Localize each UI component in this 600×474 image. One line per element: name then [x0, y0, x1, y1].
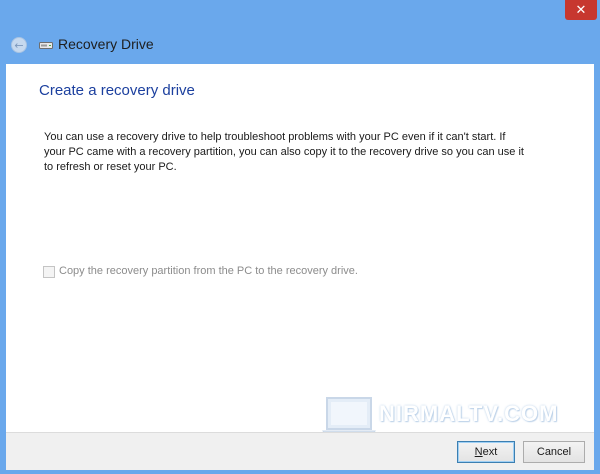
drive-icon	[39, 42, 53, 49]
title-bar: ← Recovery Drive	[8, 34, 308, 56]
copy-partition-label: Copy the recovery partition from the PC …	[59, 265, 358, 277]
close-icon: ✕	[575, 2, 587, 18]
cancel-button[interactable]: Cancel	[523, 441, 585, 463]
back-button[interactable]: ←	[11, 37, 27, 53]
main-content: Create a recovery drive You can use a re…	[6, 64, 594, 432]
description-text: You can use a recovery drive to help tro…	[44, 131, 524, 173]
footer-bar: Next Cancel	[6, 432, 594, 470]
next-button-label: Next	[474, 446, 498, 458]
page-heading: Create a recovery drive	[39, 82, 195, 99]
cancel-button-label: Cancel	[536, 446, 572, 458]
window-frame: ✕ ← Recovery Drive Create a recovery dri…	[0, 0, 600, 474]
close-button[interactable]: ✕	[565, 0, 597, 20]
copy-partition-checkbox[interactable]	[43, 266, 55, 278]
watermark-text: NIRMALTV.COM	[379, 401, 559, 426]
window-title: Recovery Drive	[58, 36, 154, 52]
copy-partition-option[interactable]: Copy the recovery partition from the PC …	[43, 265, 383, 279]
next-button[interactable]: Next	[457, 441, 515, 463]
back-arrow-icon: ←	[14, 38, 24, 52]
